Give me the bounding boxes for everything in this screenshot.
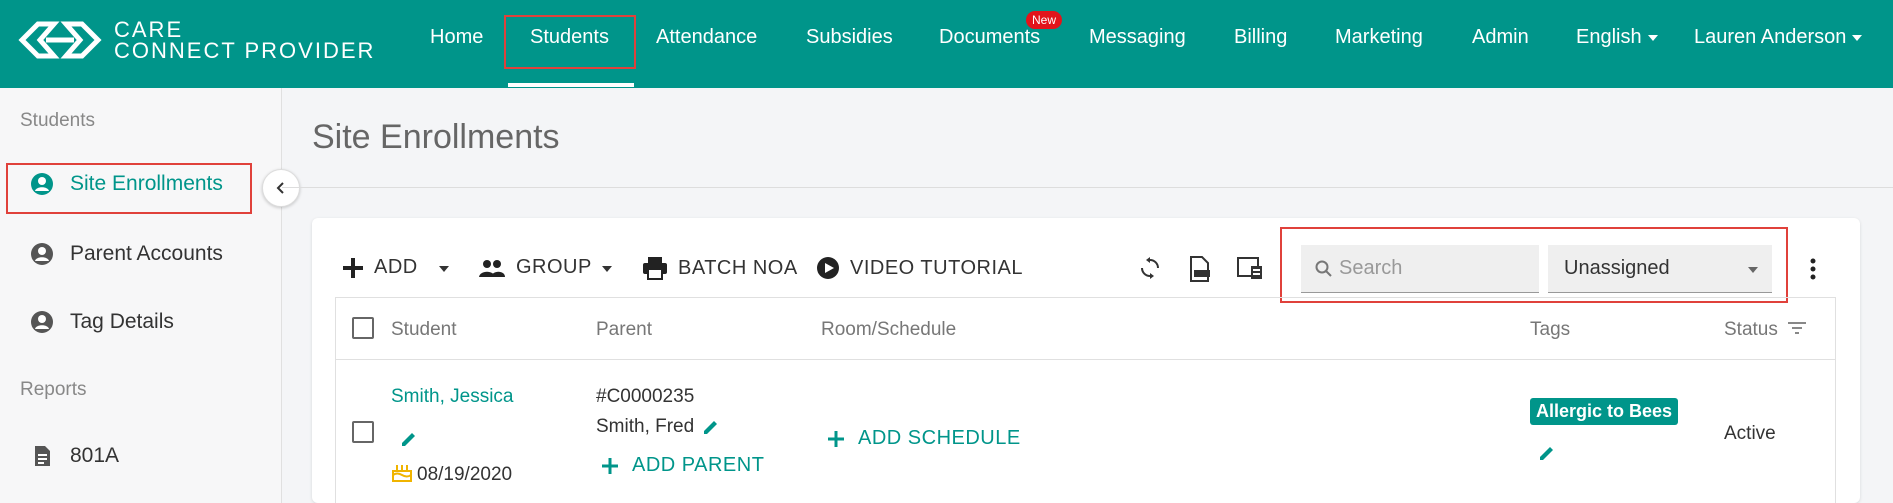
collapse-sidebar-button[interactable] (262, 169, 300, 207)
language-label: English (1576, 26, 1642, 48)
nav-documents[interactable]: Documents (939, 26, 1040, 49)
add-parent-label: ADD PARENT (632, 454, 765, 476)
person-circle-icon (31, 311, 53, 333)
user-name: Lauren Anderson (1694, 26, 1847, 48)
student-birthday: 08/19/2020 (417, 464, 513, 485)
play-circle-icon (817, 257, 839, 279)
nav-marketing[interactable]: Marketing (1335, 26, 1423, 49)
nav-subsidies[interactable]: Subsidies (806, 26, 893, 49)
batch-noa-button[interactable]: BATCH NOA (642, 256, 798, 280)
student-name-link[interactable]: Smith, Jessica (391, 386, 513, 408)
brand-name: CARE CONNECT PROVIDER (114, 17, 376, 63)
add-button[interactable]: ADD (342, 256, 418, 279)
table-border-right (1835, 297, 1836, 503)
add-label: ADD (374, 256, 418, 278)
row-checkbox[interactable] (352, 421, 374, 443)
printer-icon (643, 257, 667, 280)
top-navbar: CARE CONNECT PROVIDER Home Students Atte… (0, 0, 1893, 88)
column-header-room-schedule[interactable]: Room/Schedule (821, 319, 956, 341)
document-icon (35, 446, 50, 466)
chevron-down-icon (1852, 34, 1863, 41)
nav-attendance[interactable]: Attendance (656, 26, 757, 49)
tag-chip[interactable]: Allergic to Bees (1530, 398, 1679, 425)
nav-home[interactable]: Home (430, 26, 483, 49)
sidebar-section-reports: Reports (20, 379, 87, 400)
chevron-left-icon (276, 182, 284, 194)
more-vert-icon[interactable] (1809, 258, 1817, 280)
video-tutorial-button[interactable]: VIDEO TUTORIAL (816, 256, 1023, 280)
highlight-box-students-tab (504, 15, 636, 69)
sidebar-item-parent-accounts[interactable]: Parent Accounts (30, 242, 223, 266)
nav-billing[interactable]: Billing (1234, 26, 1287, 49)
column-header-student[interactable]: Student (391, 319, 457, 341)
parent-name: Smith, Fred (596, 416, 695, 437)
add-dropdown-caret-icon[interactable] (439, 266, 449, 272)
group-icon (479, 259, 505, 277)
sidebar-item-label: Tag Details (70, 310, 174, 333)
status-value: Active (1724, 423, 1776, 444)
highlight-box-site-enrollments (6, 163, 252, 214)
brand-line-2: CONNECT PROVIDER (114, 38, 376, 63)
select-all-checkbox[interactable] (352, 317, 374, 339)
birthday-cake-icon (392, 465, 412, 482)
brand-mark-icon (18, 21, 102, 59)
plus-icon (602, 457, 618, 474)
table-header (335, 297, 1836, 360)
nav-messaging[interactable]: Messaging (1089, 26, 1186, 49)
edit-pencil-icon[interactable] (400, 430, 418, 448)
filter-list-icon[interactable] (1788, 321, 1806, 335)
group-dropdown-caret-icon[interactable] (602, 266, 612, 272)
active-tab-indicator (508, 83, 634, 87)
header-divider (282, 187, 1893, 188)
sidebar-item-label: 801A (70, 444, 120, 467)
view-columns-icon[interactable] (1237, 256, 1263, 280)
language-menu[interactable]: English (1576, 26, 1658, 49)
highlight-box-search-filter (1280, 227, 1788, 303)
sidebar-item-tag-details[interactable]: Tag Details (30, 310, 174, 334)
column-header-parent[interactable]: Parent (596, 319, 652, 341)
parent-id: #C0000235 (596, 386, 695, 407)
edit-pencil-icon[interactable] (1538, 444, 1556, 462)
sidebar-item-801a[interactable]: 801A (30, 444, 119, 468)
column-header-status[interactable]: Status (1724, 319, 1778, 341)
column-header-tags[interactable]: Tags (1530, 319, 1570, 341)
user-menu[interactable]: Lauren Anderson (1694, 26, 1863, 49)
export-csv-icon[interactable] (1188, 256, 1212, 282)
person-circle-icon (31, 243, 53, 265)
refresh-icon[interactable] (1138, 256, 1162, 280)
sidebar-section-students: Students (20, 110, 95, 131)
video-tutorial-label: VIDEO TUTORIAL (850, 256, 1023, 279)
group-label: GROUP (516, 256, 592, 278)
new-badge: New (1026, 11, 1063, 29)
brand-logo[interactable]: CARE CONNECT PROVIDER (16, 18, 375, 62)
nav-admin[interactable]: Admin (1472, 26, 1529, 49)
plus-icon (343, 257, 363, 278)
group-button[interactable]: GROUP (478, 256, 592, 279)
add-schedule-link[interactable]: ADD SCHEDULE (828, 427, 1021, 450)
chevron-down-icon (1647, 34, 1658, 41)
page-title: Site Enrollments (312, 118, 560, 156)
add-parent-link[interactable]: ADD PARENT (602, 454, 764, 477)
sidebar-item-label: Parent Accounts (70, 242, 223, 265)
brand-line-1: CARE (114, 17, 184, 42)
plus-icon (828, 430, 844, 447)
add-schedule-label: ADD SCHEDULE (858, 427, 1021, 449)
sidebar (0, 88, 282, 503)
table-border-left (335, 297, 336, 503)
edit-pencil-icon[interactable] (702, 418, 720, 436)
batch-noa-label: BATCH NOA (678, 256, 798, 279)
